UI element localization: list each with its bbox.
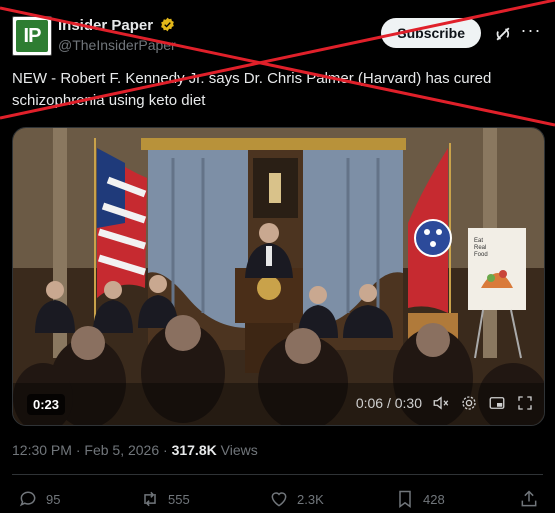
pip-icon[interactable] [488, 394, 506, 412]
bookmark-icon [399, 490, 411, 508]
post-time[interactable]: 12:30 PM [12, 442, 72, 458]
bookmark-button[interactable]: 428 [395, 486, 445, 512]
video-player[interactable]: Eat Real Food 0:23 0:06 / 0:30 [12, 127, 545, 426]
heart-icon [271, 492, 287, 507]
meta-separator: · [163, 442, 168, 458]
views-label: Views [220, 442, 258, 458]
views-count: 317.8K [171, 442, 217, 458]
video-duration-badge: 0:23 [27, 394, 66, 415]
action-bar: 95 555 2.3K 428 [12, 486, 543, 512]
repost-button[interactable]: 555 [140, 486, 190, 512]
subscribe-button[interactable]: Subscribe [381, 18, 481, 48]
mute-icon[interactable] [432, 394, 450, 412]
bookmark-count: 428 [423, 491, 445, 507]
video-controls: 0:06 / 0:30 [356, 390, 534, 416]
post-date[interactable]: Feb 5, 2026 [84, 442, 159, 458]
reply-button[interactable]: 95 [18, 486, 60, 512]
account-handle[interactable]: @TheInsiderPaper [58, 37, 176, 53]
tweet-header: IP Insider Paper @TheInsiderPaper Subscr… [12, 12, 543, 60]
repost-icon [144, 491, 156, 507]
sign-line-1: Eat [474, 238, 483, 244]
sign-line-3: Food [474, 252, 488, 258]
avatar-letters: IP [23, 25, 42, 47]
more-icon[interactable]: ··· [519, 20, 543, 41]
tweet-meta: 12:30 PM · Feb 5, 2026 · 317.8K Views [12, 442, 258, 458]
settings-icon[interactable] [460, 394, 478, 412]
divider [12, 474, 543, 475]
like-button[interactable]: 2.3K [269, 486, 324, 512]
fullscreen-icon[interactable] [516, 394, 534, 412]
like-count: 2.3K [297, 491, 324, 507]
reply-count: 95 [46, 491, 61, 507]
share-button[interactable] [519, 486, 539, 512]
reply-icon [19, 491, 36, 507]
repost-count: 555 [168, 491, 190, 507]
meta-separator: · [75, 442, 81, 458]
tweet-text: NEW - Robert F. Kennedy Jr. says Dr. Chr… [12, 70, 492, 109]
sign-line-2: Real [474, 245, 486, 251]
video-timecode: 0:06 / 0:30 [355, 395, 422, 411]
grok-icon[interactable] [493, 24, 513, 44]
share-icon [521, 490, 537, 507]
video-frame: Eat Real Food [13, 128, 544, 425]
display-name[interactable]: Insider Paper [58, 17, 175, 34]
verified-badge-icon [161, 17, 175, 32]
avatar[interactable]: IP [12, 16, 52, 56]
display-name-text: Insider Paper [58, 17, 154, 34]
